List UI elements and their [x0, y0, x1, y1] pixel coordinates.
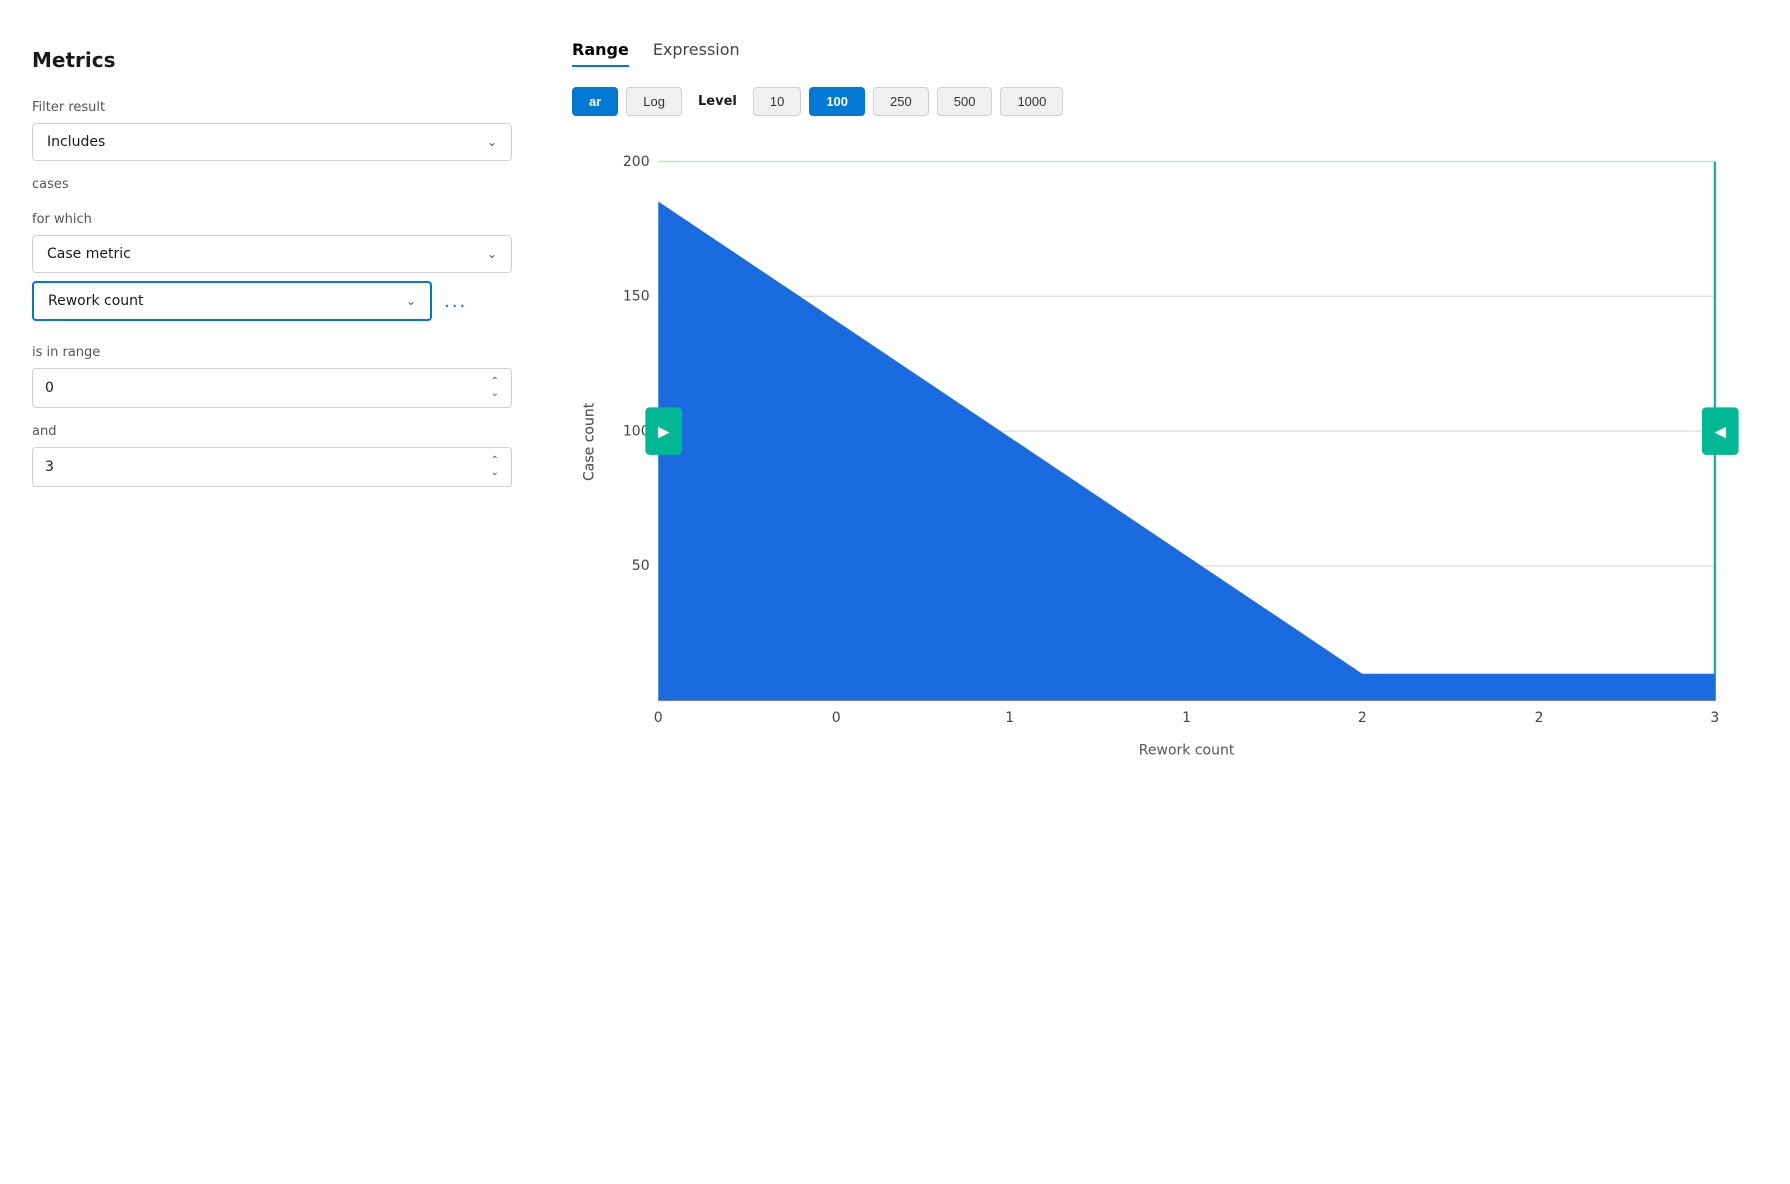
tab-range[interactable]: Range: [572, 40, 629, 67]
x-axis-label: Rework count: [1139, 743, 1235, 759]
level-250-button[interactable]: 250: [873, 87, 929, 116]
spinner-up-icon[interactable]: ⌃: [491, 377, 499, 387]
spinner-down-icon[interactable]: ⌄: [491, 468, 499, 478]
range-max-input[interactable]: 3 ⌃ ⌄: [32, 447, 512, 487]
controls-row: ar Log Level 10 100 250 500 1000: [572, 87, 1758, 116]
level-500-button[interactable]: 500: [937, 87, 993, 116]
chevron-down-icon: ⌄: [487, 135, 497, 149]
case-metric-select[interactable]: Case metric ⌄: [32, 235, 512, 273]
filter-result-value: Includes: [47, 134, 105, 150]
chevron-down-icon: ⌄: [487, 247, 497, 261]
x-tick-2a: 2: [1358, 710, 1367, 726]
main-chart: 200 150 100 50 Case count Case count 0 0…: [572, 140, 1758, 959]
chart-area-polygon: [658, 201, 1715, 700]
spinner-down-icon[interactable]: ⌄: [491, 389, 499, 399]
tabs-container: Range Expression: [572, 40, 1758, 67]
y-tick-150: 150: [623, 289, 650, 305]
x-tick-0a: 0: [654, 710, 663, 726]
left-handle-arrow: ▶: [658, 422, 670, 440]
svg-text:Case count: Case count: [582, 402, 598, 481]
chevron-down-icon: ⌄: [406, 294, 416, 308]
rework-count-value: Rework count: [48, 293, 144, 309]
x-tick-1a: 1: [1005, 710, 1014, 726]
y-tick-200: 200: [623, 154, 650, 170]
left-panel: Metrics Filter result Includes ⌄ cases f…: [0, 24, 540, 1160]
spinner-up-icon[interactable]: ⌃: [491, 456, 499, 466]
and-label: and: [32, 424, 508, 439]
x-tick-1b: 1: [1182, 710, 1191, 726]
y-tick-50: 50: [632, 558, 650, 574]
for-which-label: for which: [32, 212, 508, 227]
level-1000-button[interactable]: 1000: [1000, 87, 1063, 116]
range-max-spinner[interactable]: ⌃ ⌄: [491, 456, 499, 478]
range-max-value: 3: [45, 459, 54, 475]
range-min-value: 0: [45, 380, 54, 396]
level-10-button[interactable]: 10: [753, 87, 801, 116]
filter-result-label: Filter result: [32, 100, 508, 115]
level-100-button[interactable]: 100: [809, 87, 865, 116]
scale-log-button[interactable]: Log: [626, 87, 682, 116]
cases-label: cases: [32, 177, 508, 192]
rework-count-select[interactable]: Rework count ⌄: [32, 281, 432, 321]
tab-expression[interactable]: Expression: [653, 40, 740, 67]
scale-linear-button[interactable]: ar: [572, 87, 618, 116]
case-metric-value: Case metric: [47, 246, 131, 262]
x-tick-2b: 2: [1535, 710, 1544, 726]
is-in-range-label: is in range: [32, 345, 508, 360]
filter-result-select[interactable]: Includes ⌄: [32, 123, 512, 161]
x-tick-3: 3: [1710, 710, 1719, 726]
panel-title: Metrics: [32, 48, 508, 72]
right-panel: Range Expression ar Log Level 10 100 250…: [540, 24, 1790, 1160]
x-tick-0b: 0: [832, 710, 841, 726]
range-min-spinner[interactable]: ⌃ ⌄: [491, 377, 499, 399]
range-min-input[interactable]: 0 ⌃ ⌄: [32, 368, 512, 408]
level-label: Level: [698, 94, 737, 109]
more-options-button[interactable]: ...: [444, 291, 467, 312]
right-handle-arrow: ◀: [1714, 422, 1726, 440]
chart-wrapper: 200 150 100 50 Case count Case count 0 0…: [572, 140, 1758, 963]
